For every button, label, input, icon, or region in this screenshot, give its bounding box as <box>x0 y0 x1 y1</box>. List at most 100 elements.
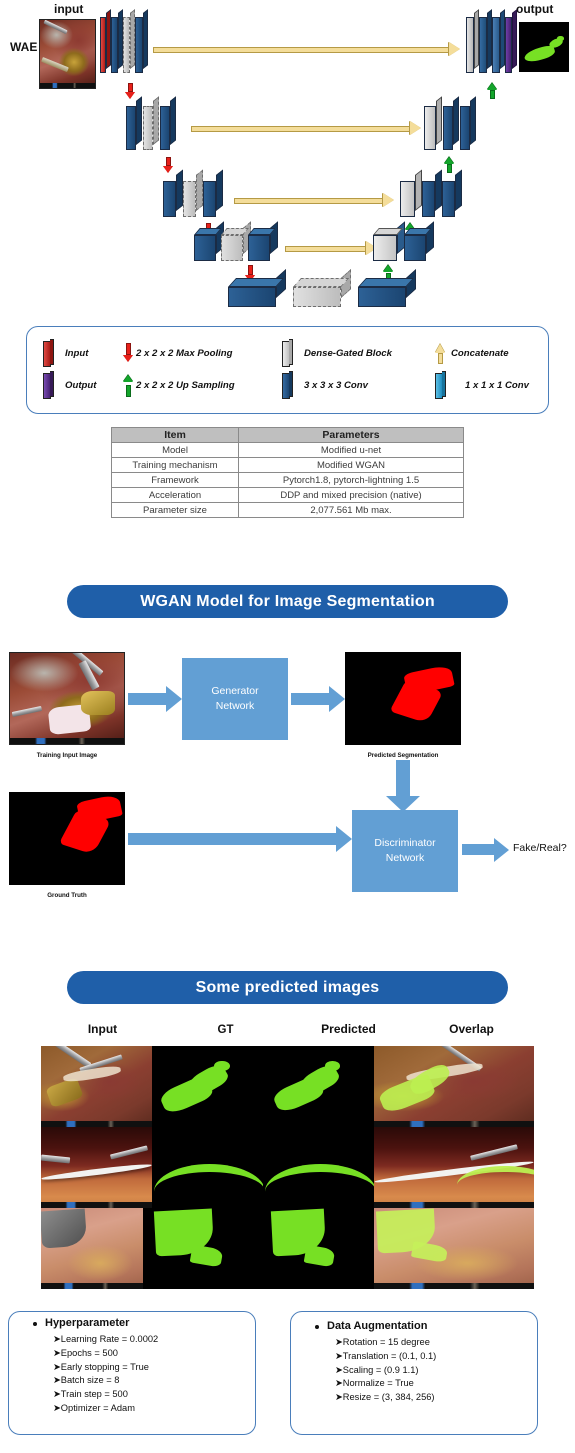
list-item: ➤Epochs = 500 <box>53 1347 158 1361</box>
upsample-arrow-2 <box>444 157 455 174</box>
list-item: ➤Learning Rate = 0.0002 <box>53 1333 158 1347</box>
list-item: ➤Rotation = 15 degree <box>335 1336 436 1350</box>
legend-label-concatenate: Concatenate <box>451 348 509 359</box>
output-label: output <box>516 2 554 16</box>
generator-label-line1: Generator <box>211 684 259 697</box>
unet-dec3-dense <box>400 169 422 217</box>
unet-enc2-dense <box>143 96 159 150</box>
list-item-label: Resize = (3, 384, 256) <box>342 1392 435 1402</box>
skip-connection-arrow-2 <box>191 121 421 135</box>
list-item: ➤Batch size = 8 <box>53 1374 158 1388</box>
unet-enc3-conv-a <box>163 169 183 217</box>
unet-enc3-dense <box>183 169 203 217</box>
grid-cell-input-row3 <box>41 1208 143 1289</box>
legend-label-input: Input <box>65 348 89 359</box>
list-item: ➤Resize = (3, 384, 256) <box>335 1391 436 1405</box>
input-label: input <box>54 2 84 16</box>
arrow-bullet-icon: ➤ <box>335 1337 343 1347</box>
legend-label-maxpool: 2 x 2 x 2 Max Pooling <box>136 348 233 359</box>
output-slab-icon <box>43 371 54 399</box>
green-up-arrow-icon <box>123 375 134 397</box>
caption-ground-truth: Ground Truth <box>47 892 87 899</box>
model-spec-table: Item Parameters Model Modified u-net Tra… <box>111 427 464 518</box>
discriminator-network-box: Discriminator Network <box>352 810 458 892</box>
arrow-bullet-icon: ➤ <box>53 1347 61 1358</box>
unet-bottleneck-conv-b <box>358 268 416 307</box>
legend-label-upsample: 2 x 2 x 2 Up Sampling <box>136 380 235 391</box>
unet-enc4-dense <box>221 221 251 261</box>
grid-column-header-predicted: Predicted <box>321 1022 376 1036</box>
caption-predicted-segmentation: Predicted Segmentation <box>367 752 439 759</box>
unet-dec1-dense <box>466 9 479 73</box>
grid-cell-input-row1 <box>41 1046 152 1127</box>
wae-label: WAE <box>10 40 38 54</box>
list-item-label: Translation = (0.1, 0.1) <box>342 1350 437 1361</box>
unet-dec4-conv <box>404 221 434 261</box>
table-row: Framework Pytorch1.8, pytorch-lightning … <box>111 472 464 488</box>
arrow-predicted-to-discriminator <box>386 760 420 812</box>
unet-dec3-conv-b <box>442 169 462 217</box>
unet-enc1-conv-a <box>111 9 123 73</box>
legend-label-conv3: 3 x 3 x 3 Conv <box>304 380 368 391</box>
unet-enc1-conv-b <box>135 9 148 73</box>
arrow-bullet-icon: ➤ <box>53 1389 61 1399</box>
unet-output-image <box>519 22 569 72</box>
table-cell-item: Parameter size <box>111 502 239 518</box>
skip-connection-arrow-4 <box>285 241 377 255</box>
wgan-flow-diagram: Training Input Image Generator Network P… <box>0 630 575 910</box>
skip-connection-arrow-1 <box>153 42 460 56</box>
arrow-bullet-icon: ➤ <box>53 1334 61 1344</box>
predicted-images-grid <box>41 1046 534 1289</box>
table-cell-item: Acceleration <box>111 487 239 503</box>
training-input-image <box>9 652 125 745</box>
table-cell-value: Modified u-net <box>238 442 464 458</box>
list-item: ➤Scaling = (0.9 1.1) <box>335 1364 436 1378</box>
unet-dec4-dense <box>373 221 405 261</box>
legend-label-dense-gated: Dense-Gated Block <box>304 348 392 359</box>
legend-label-output: Output <box>65 380 97 391</box>
arrow-bullet-icon: ➤ <box>335 1350 343 1361</box>
unet-output-slab <box>505 9 517 73</box>
unet-legend: Input Output 2 x 2 x 2 Max Pooling 2 x 2… <box>26 326 549 414</box>
arrow-bullet-icon: ➤ <box>335 1392 343 1402</box>
list-item-label: Optimizer = Adam <box>60 1402 135 1413</box>
list-item-label: Learning Rate = 0.0002 <box>60 1334 159 1344</box>
grid-column-header-gt: GT <box>217 1024 234 1036</box>
grid-cell-overlap-row1 <box>374 1046 534 1127</box>
unet-bottleneck-conv-a <box>228 268 286 307</box>
arrow-bullet-icon: ➤ <box>53 1361 61 1372</box>
unet-enc2-conv-b <box>160 96 176 150</box>
unet-enc3-conv-b <box>203 169 223 217</box>
unet-enc1-dense <box>123 9 135 73</box>
yellow-up-arrow-icon <box>435 344 446 364</box>
darkblue-slab-icon <box>282 371 293 399</box>
table-cell-value: DDP and mixed precision (native) <box>238 487 464 503</box>
table-header-parameters: Parameters <box>238 427 464 443</box>
arrow-groundtruth-to-discriminator <box>128 826 352 852</box>
legend-label-conv1: 1 x 1 x 1 Conv <box>465 380 529 391</box>
list-item-label: Early stopping = True <box>60 1361 149 1372</box>
unet-input-slab <box>100 9 111 73</box>
table-header-item: Item <box>111 427 239 443</box>
unet-dec2-conv-a <box>443 96 459 150</box>
bullet-dot-icon <box>315 1325 319 1329</box>
table-cell-item: Framework <box>111 472 239 488</box>
list-item-label: Rotation = 15 degree <box>342 1337 430 1347</box>
wgan-section-banner: WGAN Model for Image Segmentation <box>67 585 508 618</box>
arrow-bullet-icon: ➤ <box>53 1375 61 1386</box>
generator-network-box: Generator Network <box>182 658 288 740</box>
fake-real-output-label: Fake/Real? <box>513 842 567 854</box>
unet-bottleneck-dense <box>293 268 351 307</box>
unet-dec2-dense <box>424 96 442 150</box>
table-row: Model Modified u-net <box>111 442 464 458</box>
grid-cell-gt-row2 <box>152 1127 263 1208</box>
hyperparameter-box: Hyperparameter ➤Learning Rate = 0.0002 ➤… <box>8 1311 256 1435</box>
list-item-label: Train step = 500 <box>60 1389 128 1399</box>
grid-cell-input-row2 <box>41 1127 152 1208</box>
skip-connection-arrow-3 <box>234 193 394 207</box>
generator-label-line2: Network <box>215 700 255 712</box>
table-cell-value: Modified WGAN <box>238 457 464 473</box>
caption-training-input: Training Input Image <box>36 752 98 759</box>
grid-cell-predicted-row2 <box>263 1127 374 1208</box>
list-item-label: Normalize = True <box>342 1378 414 1389</box>
